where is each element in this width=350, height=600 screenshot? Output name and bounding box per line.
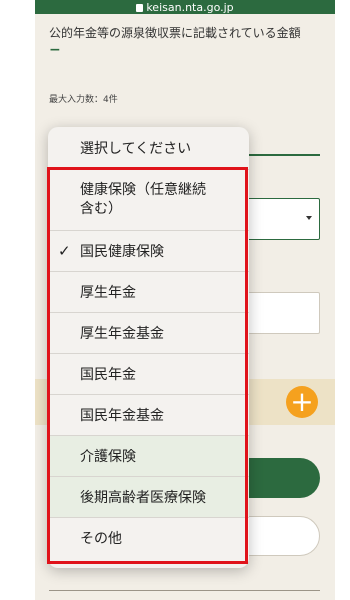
picker-option[interactable]: 健康保険（任意継続 含む）	[48, 169, 249, 230]
plus-icon: +	[290, 385, 314, 418]
add-button[interactable]: +	[286, 386, 318, 418]
phone-screen: keisan.nta.go.jp 公的年金等の源泉徴収票に記載されている金額 −…	[35, 0, 335, 600]
picker-option-label: その他	[80, 531, 122, 547]
bottom-divider	[49, 590, 320, 591]
max-input-note: 最大入力数：4件	[49, 95, 118, 105]
picker-option[interactable]: 後期高齢者医療保険	[48, 476, 249, 517]
url-text: keisan.nta.go.jp	[146, 0, 234, 14]
amount-value: −	[49, 42, 61, 58]
caret-down-icon	[306, 216, 312, 220]
picker-option-label: 国民年金基金	[80, 408, 164, 424]
picker-option-label: 介護保険	[80, 449, 136, 465]
insurance-picker: 選択してください 健康保険（任意継続 含む） ✓ 国民健康保険 厚生年金 厚生年…	[48, 127, 249, 568]
checkmark-icon: ✓	[58, 242, 71, 260]
lock-icon	[136, 3, 144, 12]
picker-option[interactable]: 国民年金基金	[48, 394, 249, 435]
picker-option-label: 厚生年金	[80, 285, 136, 301]
picker-option[interactable]: 国民年金	[48, 353, 249, 394]
picker-option[interactable]: 厚生年金基金	[48, 312, 249, 353]
picker-option-label: 国民年金	[80, 367, 136, 383]
amount-label: 公的年金等の源泉徴収票に記載されている金額	[49, 26, 301, 40]
picker-placeholder[interactable]: 選択してください	[48, 127, 249, 169]
picker-option-label: 健康保険（任意継続 含む）	[80, 182, 206, 217]
picker-option[interactable]: 介護保険	[48, 435, 249, 476]
picker-option-label: 厚生年金基金	[80, 326, 164, 342]
browser-url-bar[interactable]: keisan.nta.go.jp	[35, 0, 335, 14]
picker-option[interactable]: その他	[48, 517, 249, 558]
picker-option-label: 後期高齢者医療保険	[80, 490, 206, 506]
picker-list: 健康保険（任意継続 含む） ✓ 国民健康保険 厚生年金 厚生年金基金 国民年金 …	[48, 169, 249, 558]
picker-option-selected[interactable]: ✓ 国民健康保険	[48, 230, 249, 271]
picker-option-label: 国民健康保険	[80, 244, 164, 260]
picker-option[interactable]: 厚生年金	[48, 271, 249, 312]
